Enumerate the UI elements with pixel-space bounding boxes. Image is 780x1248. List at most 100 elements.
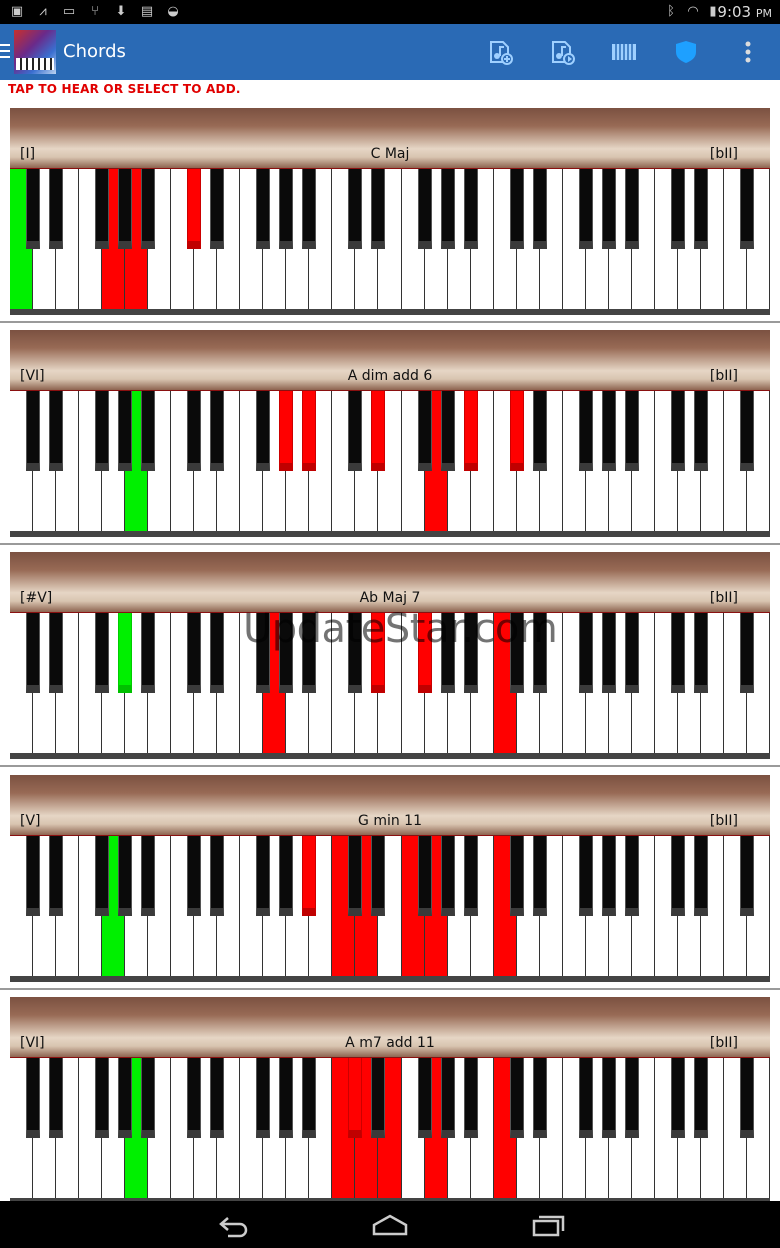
app-logo-icon[interactable]	[14, 30, 56, 74]
black-key[interactable]	[601, 1058, 616, 1138]
black-key[interactable]	[670, 1058, 685, 1138]
overflow-icon[interactable]	[736, 38, 760, 66]
black-key[interactable]	[670, 613, 685, 693]
black-key[interactable]	[693, 836, 708, 916]
recents-icon[interactable]	[528, 1209, 568, 1239]
black-key[interactable]	[601, 169, 616, 249]
black-key[interactable]	[187, 836, 202, 916]
black-key[interactable]	[739, 1058, 754, 1138]
black-key[interactable]	[670, 169, 685, 249]
black-key[interactable]	[532, 169, 547, 249]
black-key[interactable]	[532, 391, 547, 471]
chord-header[interactable]: Ab Maj 7 [#V] [bII]	[10, 552, 770, 614]
black-key[interactable]	[739, 613, 754, 693]
black-key[interactable]	[95, 391, 110, 471]
black-key[interactable]	[578, 836, 593, 916]
black-key[interactable]	[118, 391, 133, 471]
black-key[interactable]	[440, 836, 455, 916]
menu-icon[interactable]	[0, 44, 10, 60]
black-key[interactable]	[302, 169, 317, 249]
black-key[interactable]	[26, 613, 41, 693]
back-icon[interactable]	[212, 1209, 252, 1239]
black-key[interactable]	[279, 391, 294, 471]
black-key[interactable]	[279, 836, 294, 916]
black-key[interactable]	[118, 1058, 133, 1138]
chord-header[interactable]: G min 11 [V] [bII]	[10, 775, 770, 837]
black-key[interactable]	[141, 836, 156, 916]
black-key[interactable]	[210, 169, 225, 249]
black-key[interactable]	[256, 836, 271, 916]
black-key[interactable]	[26, 1058, 41, 1138]
chord-panel[interactable]: C Maj [I] [bII]	[0, 108, 780, 330]
black-key[interactable]	[118, 836, 133, 916]
black-key[interactable]	[26, 836, 41, 916]
black-key[interactable]	[49, 391, 64, 471]
black-key[interactable]	[739, 836, 754, 916]
black-key[interactable]	[463, 836, 478, 916]
black-key[interactable]	[440, 1058, 455, 1138]
black-key[interactable]	[417, 1058, 432, 1138]
black-key[interactable]	[187, 613, 202, 693]
chord-header[interactable]: A m7 add 11 [VI] [bII]	[10, 997, 770, 1059]
black-key[interactable]	[624, 613, 639, 693]
black-key[interactable]	[693, 169, 708, 249]
black-key[interactable]	[348, 836, 363, 916]
piano-keyboard[interactable]	[10, 836, 770, 982]
black-key[interactable]	[578, 391, 593, 471]
chord-header[interactable]: C Maj [I] [bII]	[10, 108, 770, 170]
black-key[interactable]	[210, 391, 225, 471]
black-key[interactable]	[509, 391, 524, 471]
black-key[interactable]	[371, 836, 386, 916]
chord-panel[interactable]: A m7 add 11 [VI] [bII]	[0, 997, 780, 1219]
black-key[interactable]	[118, 169, 133, 249]
piano-keyboard[interactable]	[10, 169, 770, 315]
black-key[interactable]	[348, 169, 363, 249]
black-key[interactable]	[141, 613, 156, 693]
piano-keyboard[interactable]	[10, 1058, 770, 1204]
black-key[interactable]	[49, 836, 64, 916]
black-key[interactable]	[624, 169, 639, 249]
black-key[interactable]	[624, 391, 639, 471]
black-key[interactable]	[187, 1058, 202, 1138]
black-key[interactable]	[624, 836, 639, 916]
black-key[interactable]	[578, 169, 593, 249]
black-key[interactable]	[463, 1058, 478, 1138]
black-key[interactable]	[141, 169, 156, 249]
black-key[interactable]	[118, 613, 133, 693]
chord-header[interactable]: A dim add 6 [VI] [bII]	[10, 330, 770, 392]
chord-panel[interactable]: Ab Maj 7 [#V] [bII]	[0, 552, 780, 774]
black-key[interactable]	[210, 613, 225, 693]
black-key[interactable]	[670, 391, 685, 471]
black-key[interactable]	[49, 1058, 64, 1138]
black-key[interactable]	[532, 836, 547, 916]
black-key[interactable]	[371, 169, 386, 249]
black-key[interactable]	[95, 613, 110, 693]
black-key[interactable]	[95, 1058, 110, 1138]
shield-icon[interactable]	[672, 38, 700, 66]
black-key[interactable]	[509, 169, 524, 249]
black-key[interactable]	[578, 1058, 593, 1138]
black-key[interactable]	[693, 391, 708, 471]
black-key[interactable]	[601, 391, 616, 471]
chord-panel[interactable]: A dim add 6 [VI] [bII]	[0, 330, 780, 552]
black-key[interactable]	[417, 169, 432, 249]
black-key[interactable]	[739, 169, 754, 249]
piano-icon[interactable]	[610, 38, 638, 66]
black-key[interactable]	[210, 1058, 225, 1138]
black-key[interactable]	[624, 1058, 639, 1138]
black-key[interactable]	[509, 1058, 524, 1138]
black-key[interactable]	[187, 391, 202, 471]
black-key[interactable]	[670, 836, 685, 916]
black-key[interactable]	[95, 836, 110, 916]
black-key[interactable]	[348, 391, 363, 471]
black-key[interactable]	[463, 169, 478, 249]
black-key[interactable]	[693, 613, 708, 693]
black-key[interactable]	[601, 613, 616, 693]
chord-panel[interactable]: G min 11 [V] [bII]	[0, 775, 780, 997]
black-key[interactable]	[371, 1058, 386, 1138]
black-key[interactable]	[26, 391, 41, 471]
black-key[interactable]	[49, 613, 64, 693]
black-key[interactable]	[440, 169, 455, 249]
black-key[interactable]	[26, 169, 41, 249]
black-key[interactable]	[578, 613, 593, 693]
